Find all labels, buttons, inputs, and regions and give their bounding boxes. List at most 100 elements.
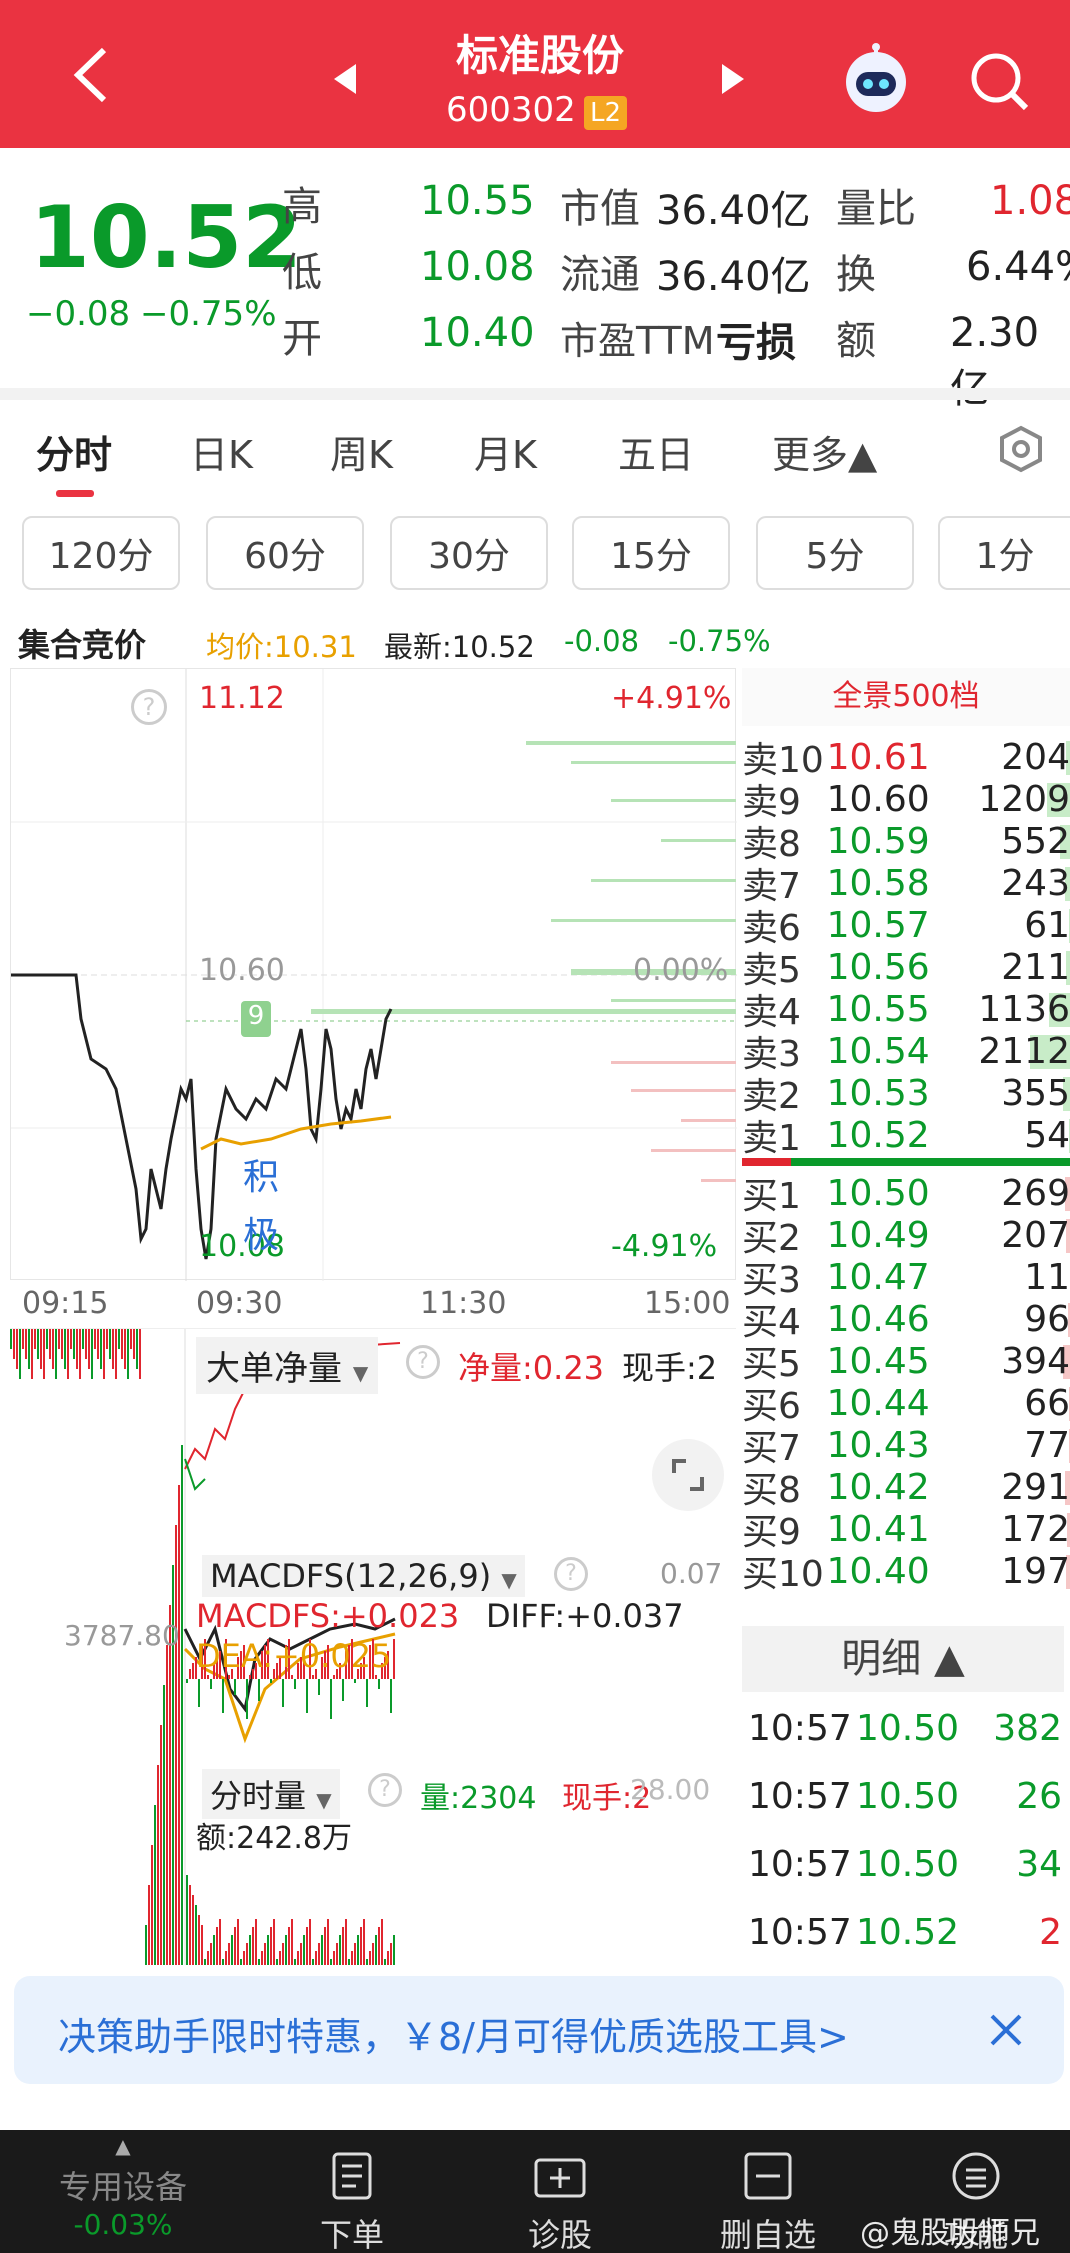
- turnover-label: 换: [836, 252, 876, 298]
- nav-remove-watch[interactable]: 删自选: [698, 2130, 838, 2253]
- volume-bar: [207, 1951, 209, 1965]
- bid-row[interactable]: 买6 10.44 66: [742, 1382, 1070, 1427]
- ask-row[interactable]: 卖7 10.58 243: [742, 862, 1070, 907]
- volume-bar: [315, 1951, 317, 1965]
- bid-price: 10.47: [826, 1256, 930, 1298]
- nav-order[interactable]: 下单: [282, 2130, 422, 2253]
- macd-scale: 0.07: [660, 1557, 723, 1590]
- volume-bar: [31, 1329, 33, 1379]
- bid-row[interactable]: 买1 10.50 269: [742, 1172, 1070, 1217]
- macd-bar: [192, 1663, 194, 1679]
- promo-banner[interactable]: 决策助手限时特惠，￥8/月可得优质选股工具>: [14, 1976, 1064, 2084]
- ask-row[interactable]: 卖4 10.55 1136: [742, 988, 1070, 1033]
- intraday-chart[interactable]: ? 11.12 +4.91% 10.60 0.00% 10.08 -4.91% …: [10, 668, 737, 1281]
- period-5-button[interactable]: 5分: [756, 516, 914, 590]
- price-high-label: 11.12: [199, 681, 285, 716]
- remove-label: 删自选: [719, 2216, 816, 2253]
- macd-bar: [228, 1675, 230, 1679]
- orderbook-title[interactable]: 全景500档: [742, 668, 1070, 726]
- next-stock-icon[interactable]: [718, 62, 748, 100]
- period-120-button[interactable]: 120分: [22, 516, 180, 590]
- volume-bar: [276, 1959, 278, 1965]
- ask-row[interactable]: 卖8 10.59 552: [742, 820, 1070, 865]
- tab-intraday[interactable]: 分时: [36, 424, 112, 479]
- lower-chart-area[interactable]: 大单净量 ▼ ? 净量:0.23 现手:2 MACDFS(12,26,9) ▼ …: [10, 1328, 736, 1965]
- volume-bar: [231, 1935, 233, 1965]
- volume-bar: [258, 1959, 260, 1965]
- volume-bar: [201, 1925, 203, 1965]
- bid-row[interactable]: 买7 10.43 77: [742, 1424, 1070, 1469]
- bid-row[interactable]: 买2 10.49 207: [742, 1214, 1070, 1259]
- period-60-button[interactable]: 60分: [206, 516, 364, 590]
- period-30-button[interactable]: 30分: [390, 516, 548, 590]
- ask-row[interactable]: 卖1 10.52 54: [742, 1114, 1070, 1159]
- detail-header[interactable]: 明细 ▲: [742, 1626, 1064, 1692]
- bigorder-now: 现手:2: [622, 1349, 718, 1387]
- bid-row[interactable]: 买9 10.41 172: [742, 1508, 1070, 1553]
- diagnose-label: 诊股: [527, 2216, 592, 2253]
- trade-row[interactable]: 10:57 10.50 382: [748, 1694, 1066, 1762]
- tab-more[interactable]: 更多▲: [772, 424, 877, 479]
- bid-row[interactable]: 买10 10.40 197: [742, 1550, 1070, 1595]
- prev-stock-icon[interactable]: [330, 62, 360, 100]
- macd-dropdown[interactable]: MACDFS(12,26,9) ▼: [202, 1555, 525, 1597]
- help-icon[interactable]: ?: [131, 689, 167, 725]
- bigorder-net: 净量:0.23: [458, 1349, 605, 1387]
- ask-row[interactable]: 卖5 10.56 211: [742, 946, 1070, 991]
- settings-hex-icon[interactable]: [996, 424, 1046, 478]
- volume-bar: [157, 1765, 159, 1965]
- volume-bar: [52, 1329, 54, 1369]
- bid-row[interactable]: 买8 10.42 291: [742, 1466, 1070, 1511]
- trade-price: 10.50: [856, 1843, 960, 1885]
- search-icon[interactable]: [968, 50, 1032, 118]
- volume-bar: [139, 1329, 141, 1379]
- volume-bar: [360, 1927, 362, 1965]
- low-value: 10.08: [420, 244, 535, 290]
- volume-bar: [318, 1943, 320, 1965]
- signal-marker[interactable]: 9: [241, 1001, 271, 1037]
- volume-dropdown[interactable]: 分时量 ▼: [202, 1769, 340, 1819]
- volume-bar: [198, 1915, 200, 1965]
- volume-bar: [246, 1943, 248, 1965]
- volume-bar: [228, 1943, 230, 1965]
- volume-bar: [384, 1959, 386, 1965]
- low-label: 低: [282, 250, 322, 296]
- tab-daily-k[interactable]: 日K: [190, 424, 253, 479]
- tab-weekly-k[interactable]: 周K: [330, 424, 393, 479]
- ask-row[interactable]: 卖9 10.60 1209: [742, 778, 1070, 823]
- period-1-button[interactable]: 1分: [938, 516, 1070, 590]
- bid-row[interactable]: 买3 10.47 11: [742, 1256, 1070, 1301]
- bid-price: 10.46: [826, 1298, 930, 1340]
- current-price: 10.52: [30, 188, 303, 288]
- trade-row[interactable]: 10:57 10.50 34: [748, 1830, 1066, 1898]
- help-icon[interactable]: ?: [406, 1345, 440, 1379]
- ask-price: 10.57: [826, 904, 930, 946]
- volume-bar: [73, 1329, 75, 1359]
- bigorder-dropdown[interactable]: 大单净量 ▼: [196, 1337, 379, 1394]
- expand-icon[interactable]: [652, 1439, 724, 1511]
- volume-bar: [321, 1935, 323, 1965]
- help-icon[interactable]: ?: [554, 1557, 588, 1591]
- nav-sector[interactable]: ▲ 专用设备 -0.03%: [48, 2130, 198, 2253]
- period-15-button[interactable]: 15分: [572, 516, 730, 590]
- ask-row[interactable]: 卖10 10.61 204: [742, 736, 1070, 781]
- ask-row[interactable]: 卖3 10.54 2112: [742, 1030, 1070, 1075]
- bid-volume: 197: [1001, 1550, 1070, 1592]
- robot-assistant-icon[interactable]: [838, 42, 914, 122]
- trade-row[interactable]: 10:57 10.52 2: [748, 1898, 1066, 1966]
- tab-monthly-k[interactable]: 月K: [474, 424, 537, 479]
- diagnose-icon: [490, 2150, 630, 2210]
- bid-row[interactable]: 买5 10.45 394: [742, 1340, 1070, 1385]
- bid-row[interactable]: 买4 10.46 96: [742, 1298, 1070, 1343]
- back-icon[interactable]: [62, 40, 122, 110]
- nav-diagnose[interactable]: 诊股: [490, 2130, 630, 2253]
- ask-row[interactable]: 卖6 10.57 61: [742, 904, 1070, 949]
- volume-bar: [115, 1329, 117, 1379]
- volume-bar: [175, 1525, 177, 1965]
- help-icon[interactable]: ?: [368, 1773, 402, 1807]
- price-change: −0.08: [26, 294, 131, 334]
- ask-row[interactable]: 卖2 10.53 355: [742, 1072, 1070, 1117]
- close-icon[interactable]: [986, 2010, 1026, 2054]
- trade-row[interactable]: 10:57 10.50 26: [748, 1762, 1066, 1830]
- tab-five-day[interactable]: 五日: [618, 424, 694, 479]
